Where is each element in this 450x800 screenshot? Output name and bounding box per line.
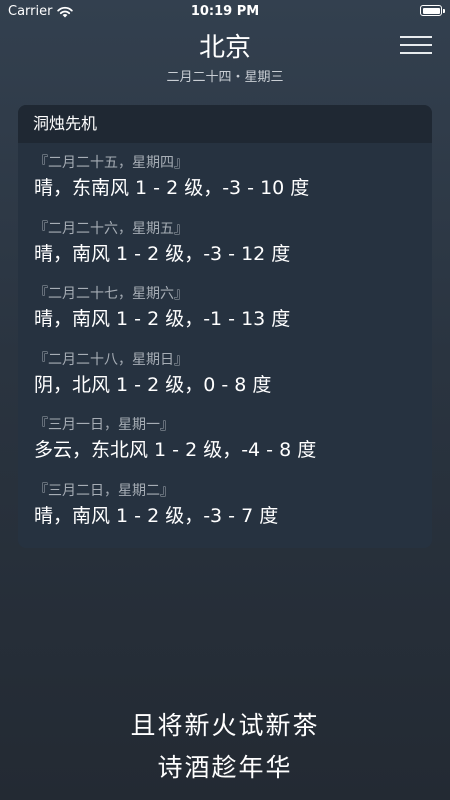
battery-icon (420, 5, 445, 16)
forecast-list: 『二月二十五，星期四』 晴，东南风 1 - 2 级，-3 - 10 度 『二月二… (18, 143, 432, 546)
forecast-day-label: 『二月二十五，星期四』 (34, 155, 188, 171)
forecast-day-label: 『二月二十八，星期日』 (34, 351, 188, 368)
forecast-day-label: 『二月二十七，星期六』 (34, 286, 188, 302)
forecast-item: 『二月二十七，星期六』 晴，南风 1 - 2 级，-1 - 13 度 (18, 284, 432, 350)
forecast-day-label: 『三月二日，星期二』 (34, 482, 174, 499)
forecast-item: 『三月一日，星期一』 多云，东北风 1 - 2 级，-4 - 8 度 (18, 415, 432, 481)
forecast-weather-text: 晴，南风 1 - 2 级，-1 - 13 度 (34, 308, 291, 330)
forecast-weather-text: 晴，南风 1 - 2 级，-3 - 7 度 (34, 504, 279, 527)
forecast-weather-text: 晴，东南风 1 - 2 级，-3 - 10 度 (34, 177, 310, 199)
forecast-day-label: 『三月一日，星期一』 (34, 417, 174, 433)
forecast-item: 『二月二十八，星期日』 阴，北风 1 - 2 级，0 - 8 度 (18, 350, 432, 416)
forecast-card: 洞烛先机 『二月二十五，星期四』 晴，东南风 1 - 2 级，-3 - 10 度… (18, 105, 432, 548)
forecast-weather-text: 多云，东北风 1 - 2 级，-4 - 8 度 (34, 439, 317, 461)
poem: 且将新火试新茶 诗酒趁年华 (0, 705, 450, 789)
forecast-item: 『二月二十六，星期五』 晴，南风 1 - 2 级，-3 - 12 度 (18, 219, 432, 285)
date-subtitle: 二月二十四・星期三 (166, 70, 284, 85)
forecast-day-label: 『二月二十六，星期五』 (34, 220, 188, 237)
status-time: 10:19 PM (190, 4, 260, 19)
menu-line (400, 36, 432, 38)
menu-line (400, 52, 432, 54)
battery-level (422, 7, 440, 14)
forecast-weather-text: 阴，北风 1 - 2 级，0 - 8 度 (34, 373, 272, 396)
city-title: 北京 (198, 33, 251, 63)
poem-line-2: 诗酒趁年华 (157, 753, 293, 782)
poem-line-1: 且将新火试新茶 (130, 711, 320, 740)
hamburger-menu-icon[interactable] (400, 34, 432, 54)
forecast-item: 『二月二十五，星期四』 晴，东南风 1 - 2 级，-3 - 10 度 (18, 153, 432, 219)
forecast-item: 『三月二日，星期二』 晴，南风 1 - 2 级，-3 - 7 度 (18, 481, 432, 547)
menu-line (400, 44, 432, 46)
status-bar: Carrier 10:19 PM (0, 0, 450, 24)
forecast-card-title: 洞烛先机 (18, 105, 432, 143)
forecast-weather-text: 晴，南风 1 - 2 级，-3 - 12 度 (34, 242, 291, 265)
